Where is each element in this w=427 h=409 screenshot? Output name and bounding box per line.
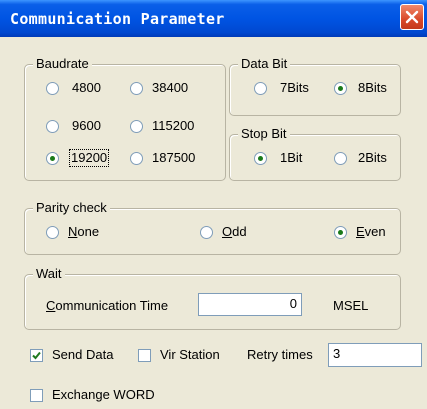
comm-time-input[interactable]: 0 <box>198 293 302 316</box>
radio-parity-even[interactable] <box>334 226 347 239</box>
checkmark-icon <box>32 351 41 360</box>
radio-baud-9600[interactable] <box>46 120 59 133</box>
radio-2bits-label: 2Bits <box>358 150 387 165</box>
parity-odd-mnemonic: O <box>222 224 233 239</box>
radio-8bits-label: 8Bits <box>358 80 387 95</box>
radio-baud-115200[interactable] <box>130 120 143 133</box>
radio-parity-none-label: None <box>68 224 99 240</box>
comm-time-unit: MSEL <box>333 298 369 313</box>
retry-times-label: Retry times <box>247 347 313 362</box>
radio-baud-187500[interactable] <box>130 152 143 165</box>
radio-baud-4800-label: 4800 <box>72 80 101 95</box>
parity-odd-rest: dd <box>232 224 247 239</box>
stop-bit-legend: Stop Bit <box>238 126 290 142</box>
send-data-label: Send Data <box>52 347 114 362</box>
data-bit-legend: Data Bit <box>238 56 291 72</box>
parity-even-mnemonic: E <box>356 224 365 239</box>
radio-2bits[interactable] <box>334 152 347 165</box>
retry-times-input[interactable]: 3 <box>328 343 422 367</box>
window-title: Communication Parameter <box>10 10 225 28</box>
radio-baud-38400[interactable] <box>130 82 143 95</box>
vir-station-label: Vir Station <box>160 347 220 362</box>
comm-time-mnemonic: C <box>46 298 56 313</box>
radio-parity-even-label: Even <box>356 224 386 240</box>
radio-7bits[interactable] <box>254 82 267 95</box>
radio-1bit-label: 1Bit <box>280 150 303 165</box>
parity-none-rest: one <box>77 224 100 239</box>
radio-7bits-label: 7Bits <box>280 80 309 95</box>
radio-baud-9600-label: 9600 <box>72 118 101 133</box>
radio-baud-19200[interactable] <box>46 152 59 165</box>
comm-time-rest: ommunication Time <box>55 298 169 313</box>
radio-parity-odd-label: Odd <box>222 224 247 240</box>
radio-baud-19200-label: 19200 <box>68 149 110 167</box>
exchange-word-label: Exchange WORD <box>52 387 155 402</box>
close-icon <box>405 10 419 24</box>
parity-even-rest: ven <box>364 224 386 239</box>
wait-legend: Wait <box>33 266 65 282</box>
radio-baud-38400-label: 38400 <box>152 80 189 95</box>
title-bar[interactable]: Communication Parameter <box>0 0 427 37</box>
parity-legend: Parity check <box>33 200 110 216</box>
exchange-word-checkbox[interactable] <box>30 389 43 402</box>
comm-time-label: Communication Time <box>46 298 168 314</box>
vir-station-checkbox[interactable] <box>138 349 151 362</box>
radio-baud-115200-label: 115200 <box>152 118 195 133</box>
send-data-checkbox[interactable] <box>30 349 43 362</box>
baudrate-legend: Baudrate <box>33 56 92 72</box>
radio-1bit[interactable] <box>254 152 267 165</box>
close-button[interactable] <box>400 4 424 30</box>
radio-8bits[interactable] <box>334 82 347 95</box>
radio-baud-4800[interactable] <box>46 82 59 95</box>
radio-baud-187500-label: 187500 <box>152 150 196 165</box>
radio-parity-odd[interactable] <box>200 226 213 239</box>
radio-parity-none[interactable] <box>46 226 59 239</box>
parity-none-mnemonic: N <box>68 224 78 239</box>
